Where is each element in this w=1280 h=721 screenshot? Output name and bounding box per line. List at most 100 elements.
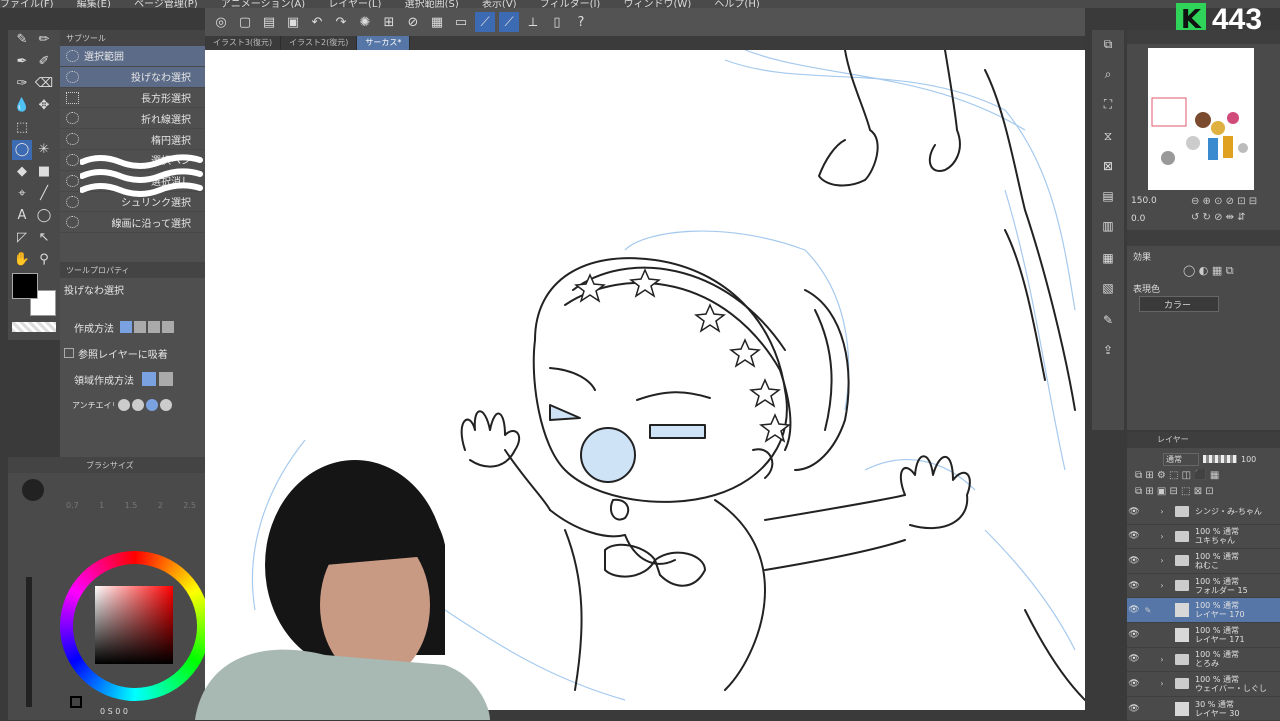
subtool-item-rectangle[interactable]: 長方形選択 bbox=[60, 88, 205, 109]
zoom-controls[interactable]: ⊖ ⊕ ⊙ ⊘ ⊡ ⊟ bbox=[1191, 196, 1257, 207]
menu-layer[interactable]: レイヤー(L) bbox=[328, 0, 381, 8]
effect-icons[interactable]: ◯ ◐ ▦ ⧉ bbox=[1183, 264, 1234, 278]
hand-icon[interactable]: ✋ bbox=[12, 250, 32, 270]
rotate-controls[interactable]: ↺ ↻ ⊘ ⇹ ⇵ bbox=[1191, 212, 1246, 223]
special-ruler-snap-icon[interactable]: ⟋ bbox=[499, 12, 519, 32]
undo-icon[interactable]: ↶ bbox=[307, 12, 327, 32]
eye-icon[interactable]: 👁 bbox=[1127, 654, 1141, 664]
transform-icon[interactable]: ⊞ bbox=[379, 12, 399, 32]
figure-icon[interactable]: ⌖ bbox=[12, 184, 32, 204]
layer-folder-row[interactable]: 👁 › シンジ・み-ちゃん bbox=[1127, 500, 1280, 525]
frame-icon[interactable]: ◸ bbox=[12, 228, 32, 248]
redo-icon[interactable]: ↷ bbox=[331, 12, 351, 32]
new-icon[interactable]: ▢ bbox=[235, 12, 255, 32]
size-slider[interactable] bbox=[26, 577, 32, 707]
sub-view-icon[interactable]: ⊠ bbox=[1098, 156, 1118, 176]
material-icon[interactable]: ⛶ bbox=[1098, 94, 1118, 114]
auto-action-icon[interactable]: ▦ bbox=[1098, 248, 1118, 268]
antialias-medium-icon[interactable] bbox=[146, 399, 158, 411]
subtool-item-along-line[interactable]: 線画に沿って選択 bbox=[60, 212, 205, 234]
freehand-lasso-icon[interactable] bbox=[142, 372, 156, 386]
object-icon[interactable]: ⬚ bbox=[12, 118, 32, 138]
chevron-right-icon[interactable]: › bbox=[1155, 507, 1169, 516]
brush-size-option[interactable]: 1.5 bbox=[125, 501, 138, 510]
create-new-icon[interactable] bbox=[120, 321, 132, 333]
fill-tool-icon[interactable]: ◆ bbox=[12, 162, 32, 182]
polyline-lasso-icon[interactable] bbox=[159, 372, 173, 386]
correct-line-icon[interactable]: ↖ bbox=[34, 228, 54, 248]
text-icon[interactable]: A bbox=[12, 206, 32, 226]
menu-edit[interactable]: 編集(E) bbox=[77, 0, 111, 8]
smartphone-icon[interactable]: ▯ bbox=[547, 12, 567, 32]
outline-icon[interactable]: ▭ bbox=[451, 12, 471, 32]
share-icon[interactable]: ⇪ bbox=[1098, 340, 1118, 360]
memo-icon[interactable]: ✎ bbox=[1098, 310, 1118, 330]
tab-circus[interactable]: サーカス* bbox=[357, 36, 411, 50]
pen-icon[interactable]: ✎ bbox=[12, 30, 32, 50]
expression-select[interactable]: カラー bbox=[1139, 296, 1219, 312]
antialias-strong-icon[interactable] bbox=[160, 399, 172, 411]
add-selection-icon[interactable] bbox=[134, 321, 146, 333]
mini-color-swatch[interactable] bbox=[70, 696, 82, 708]
chevron-right-icon[interactable]: › bbox=[1155, 655, 1169, 664]
transparent-color[interactable] bbox=[12, 322, 56, 332]
zoom-value[interactable]: 150.0 bbox=[1131, 196, 1157, 206]
eye-icon[interactable]: 👁 bbox=[1127, 507, 1141, 517]
search-layer-icon[interactable]: ⌕ bbox=[1098, 64, 1118, 84]
blend-mode-select[interactable]: 通常 bbox=[1163, 452, 1199, 466]
chevron-right-icon[interactable]: › bbox=[1155, 679, 1169, 688]
lasso-selection-icon[interactable]: ◯ bbox=[12, 140, 32, 160]
grid-snap-icon[interactable]: ⟂ bbox=[523, 12, 543, 32]
open-icon[interactable]: ▤ bbox=[259, 12, 279, 32]
layer-row[interactable]: 👁 30 % 通常 レイヤー 30 bbox=[1127, 697, 1280, 721]
history-icon[interactable]: ⧖ bbox=[1098, 126, 1118, 146]
subtract-selection-icon[interactable] bbox=[148, 321, 160, 333]
menu-file[interactable]: ファイル(F) bbox=[0, 0, 54, 8]
line-icon[interactable]: ╱ bbox=[34, 184, 54, 204]
pencil-icon[interactable]: ✏ bbox=[34, 30, 54, 50]
ref-layer-row[interactable]: 参照レイヤーに吸着 bbox=[60, 342, 205, 364]
menu-selection[interactable]: 選択範囲(S) bbox=[405, 0, 459, 8]
brush-size-option[interactable]: 1 bbox=[99, 501, 104, 510]
menu-page[interactable]: ページ管理(P) bbox=[134, 0, 198, 8]
eye-icon[interactable]: 👁 bbox=[1127, 556, 1141, 566]
clear-icon[interactable]: ⊘ bbox=[403, 12, 423, 32]
brush-size-option[interactable]: 2 bbox=[158, 501, 163, 510]
layer-row[interactable]: 👁 ✎ 100 % 通常 レイヤー 170 bbox=[1127, 598, 1280, 623]
chevron-right-icon[interactable]: › bbox=[1155, 556, 1169, 565]
move-icon[interactable]: ✥ bbox=[34, 96, 54, 116]
app-icon[interactable]: ◎ bbox=[211, 12, 231, 32]
eyedropper-icon[interactable]: ⚲ bbox=[34, 250, 54, 270]
gradient-icon[interactable]: ■ bbox=[34, 162, 54, 182]
navigator-preview[interactable] bbox=[1148, 48, 1254, 190]
balloon-icon[interactable]: ◯ bbox=[34, 206, 54, 226]
ref-layer-checkbox[interactable] bbox=[64, 348, 74, 358]
airbrush-icon[interactable]: ✐ bbox=[34, 52, 54, 72]
eye-icon[interactable]: 👁 bbox=[1127, 605, 1141, 615]
menu-animation[interactable]: アニメーション(A) bbox=[221, 0, 305, 8]
main-color[interactable] bbox=[12, 273, 38, 299]
subtool-group-selection[interactable]: 選択範囲 bbox=[60, 46, 205, 67]
eye-icon[interactable]: 👁 bbox=[1127, 581, 1141, 591]
chevron-right-icon[interactable]: › bbox=[1155, 532, 1169, 541]
saturation-box[interactable] bbox=[95, 586, 173, 664]
chevron-right-icon[interactable]: › bbox=[1155, 581, 1169, 590]
decoration-icon[interactable]: ✑ bbox=[12, 74, 32, 94]
layer-action-icons[interactable]: ⧉ ⊞ ▣ ⊟ ⬚ ⊠ ⊡ bbox=[1135, 486, 1275, 500]
antialias-weak-icon[interactable] bbox=[132, 399, 144, 411]
layer-folder-row[interactable]: 👁 › 100 % 通常 ねむこ bbox=[1127, 549, 1280, 574]
subtool-item-polyline[interactable]: 折れ線選択 bbox=[60, 108, 205, 130]
eye-icon[interactable]: 👁 bbox=[1127, 630, 1141, 640]
item-bank-icon[interactable]: ▥ bbox=[1098, 216, 1118, 236]
tab-illust2[interactable]: イラスト2(復元) bbox=[281, 36, 358, 50]
subtool-item-lasso[interactable]: 投げなわ選択 bbox=[60, 66, 205, 88]
brush-size-option[interactable]: 0.7 bbox=[66, 501, 79, 510]
help-icon[interactable]: ? bbox=[571, 12, 591, 32]
blend-icon[interactable]: 💧 bbox=[12, 96, 32, 116]
menu-view[interactable]: 表示(V) bbox=[482, 0, 517, 8]
layer-tool-icons[interactable]: ⧉ ⊞ ⚙ ⬚ ◫ ⬛ ▦ bbox=[1135, 470, 1275, 484]
info-icon[interactable]: ▤ bbox=[1098, 186, 1118, 206]
timeline-icon[interactable]: ▧ bbox=[1098, 278, 1118, 298]
angle-value[interactable]: 0.0 bbox=[1131, 214, 1145, 224]
subtool-item-ellipse[interactable]: 楕円選択 bbox=[60, 129, 205, 150]
